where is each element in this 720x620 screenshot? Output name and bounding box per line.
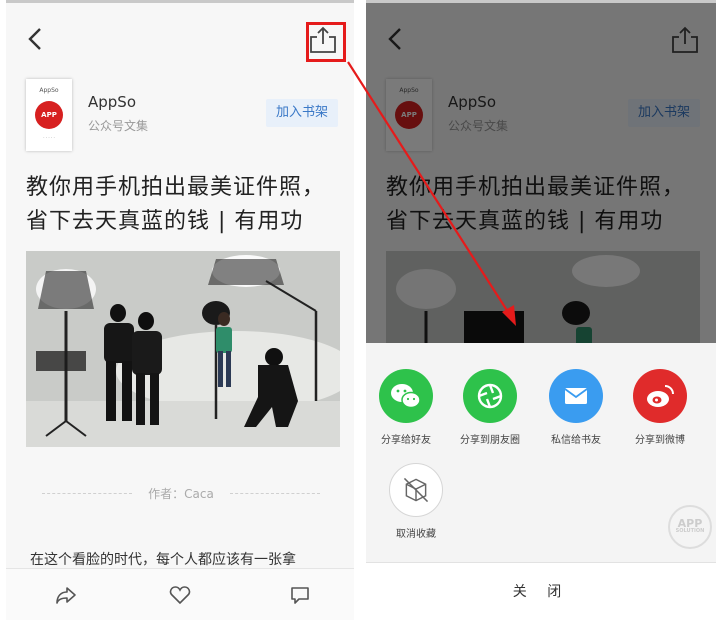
share-to-friend[interactable]: 分享给好友 bbox=[366, 369, 446, 446]
wechat-icon bbox=[379, 369, 433, 423]
cover-badge: APP bbox=[35, 101, 63, 129]
like-heart-icon[interactable] bbox=[168, 583, 192, 607]
cover-fineprint: · · · · · bbox=[43, 135, 55, 140]
cover-title: AppSo bbox=[39, 87, 59, 94]
collection-cover[interactable]: AppSo APP · · · · · bbox=[26, 79, 72, 151]
appsolution-watermark: APP SOLUTION bbox=[668, 505, 712, 549]
message-book-friend[interactable]: 私信给书友 bbox=[536, 369, 616, 446]
account-subtitle: 公众号文集 bbox=[88, 119, 149, 133]
share-sheet-screen: AppSo APP AppSo 公众号文集 加入书架 教你用手机拍出最美证件照，… bbox=[366, 0, 716, 620]
share-to-weibo[interactable]: 分享到微博 bbox=[620, 369, 700, 446]
article-title-line2: 省下去天真蓝的钱 | 有用功 bbox=[26, 209, 304, 234]
add-to-shelf-button[interactable]: 加入书架 bbox=[266, 99, 338, 127]
watermark-sub: SOLUTION bbox=[675, 528, 705, 534]
studio-photo bbox=[26, 251, 340, 447]
share-sheet: 分享给好友 分享到朋友圈 私信给书友 分享到微博 取消收藏 APP SOLUTI… bbox=[366, 343, 716, 620]
article-screen: AppSo APP · · · · · AppSo 公众号文集 加入书架 教你用… bbox=[6, 0, 354, 620]
unfavorite-button[interactable]: 取消收藏 bbox=[376, 463, 456, 540]
comment-icon[interactable] bbox=[288, 583, 312, 607]
dim-overlay[interactable] bbox=[366, 3, 716, 343]
back-arrow-icon[interactable] bbox=[22, 25, 50, 53]
author-line: 作者：Caca bbox=[42, 483, 320, 503]
forward-icon[interactable] bbox=[54, 583, 78, 607]
article-body-preview: 在这个看脸的时代，每个人都应该有一张拿 bbox=[30, 552, 296, 568]
share-icon[interactable] bbox=[306, 23, 340, 57]
top-bar bbox=[6, 15, 354, 63]
account-name[interactable]: AppSo bbox=[88, 93, 136, 111]
share-to-moments-label: 分享到朋友圈 bbox=[460, 435, 520, 446]
close-button[interactable]: 关 闭 bbox=[366, 562, 716, 620]
share-to-moments[interactable]: 分享到朋友圈 bbox=[450, 369, 530, 446]
message-book-friend-label: 私信给书友 bbox=[551, 435, 601, 446]
unfavorite-box-icon bbox=[389, 463, 443, 517]
weibo-icon bbox=[633, 369, 687, 423]
share-to-weibo-label: 分享到微博 bbox=[635, 435, 685, 446]
author-divider-right bbox=[230, 493, 320, 494]
article-title-line1: 教你用手机拍出最美证件照， bbox=[26, 175, 326, 200]
bottom-toolbar bbox=[6, 568, 354, 620]
share-to-friend-label: 分享给好友 bbox=[381, 435, 431, 446]
article-title: 教你用手机拍出最美证件照， 省下去天真蓝的钱 | 有用功 bbox=[26, 171, 346, 239]
mail-icon bbox=[549, 369, 603, 423]
unfavorite-label: 取消收藏 bbox=[396, 529, 436, 540]
moments-icon bbox=[463, 369, 517, 423]
